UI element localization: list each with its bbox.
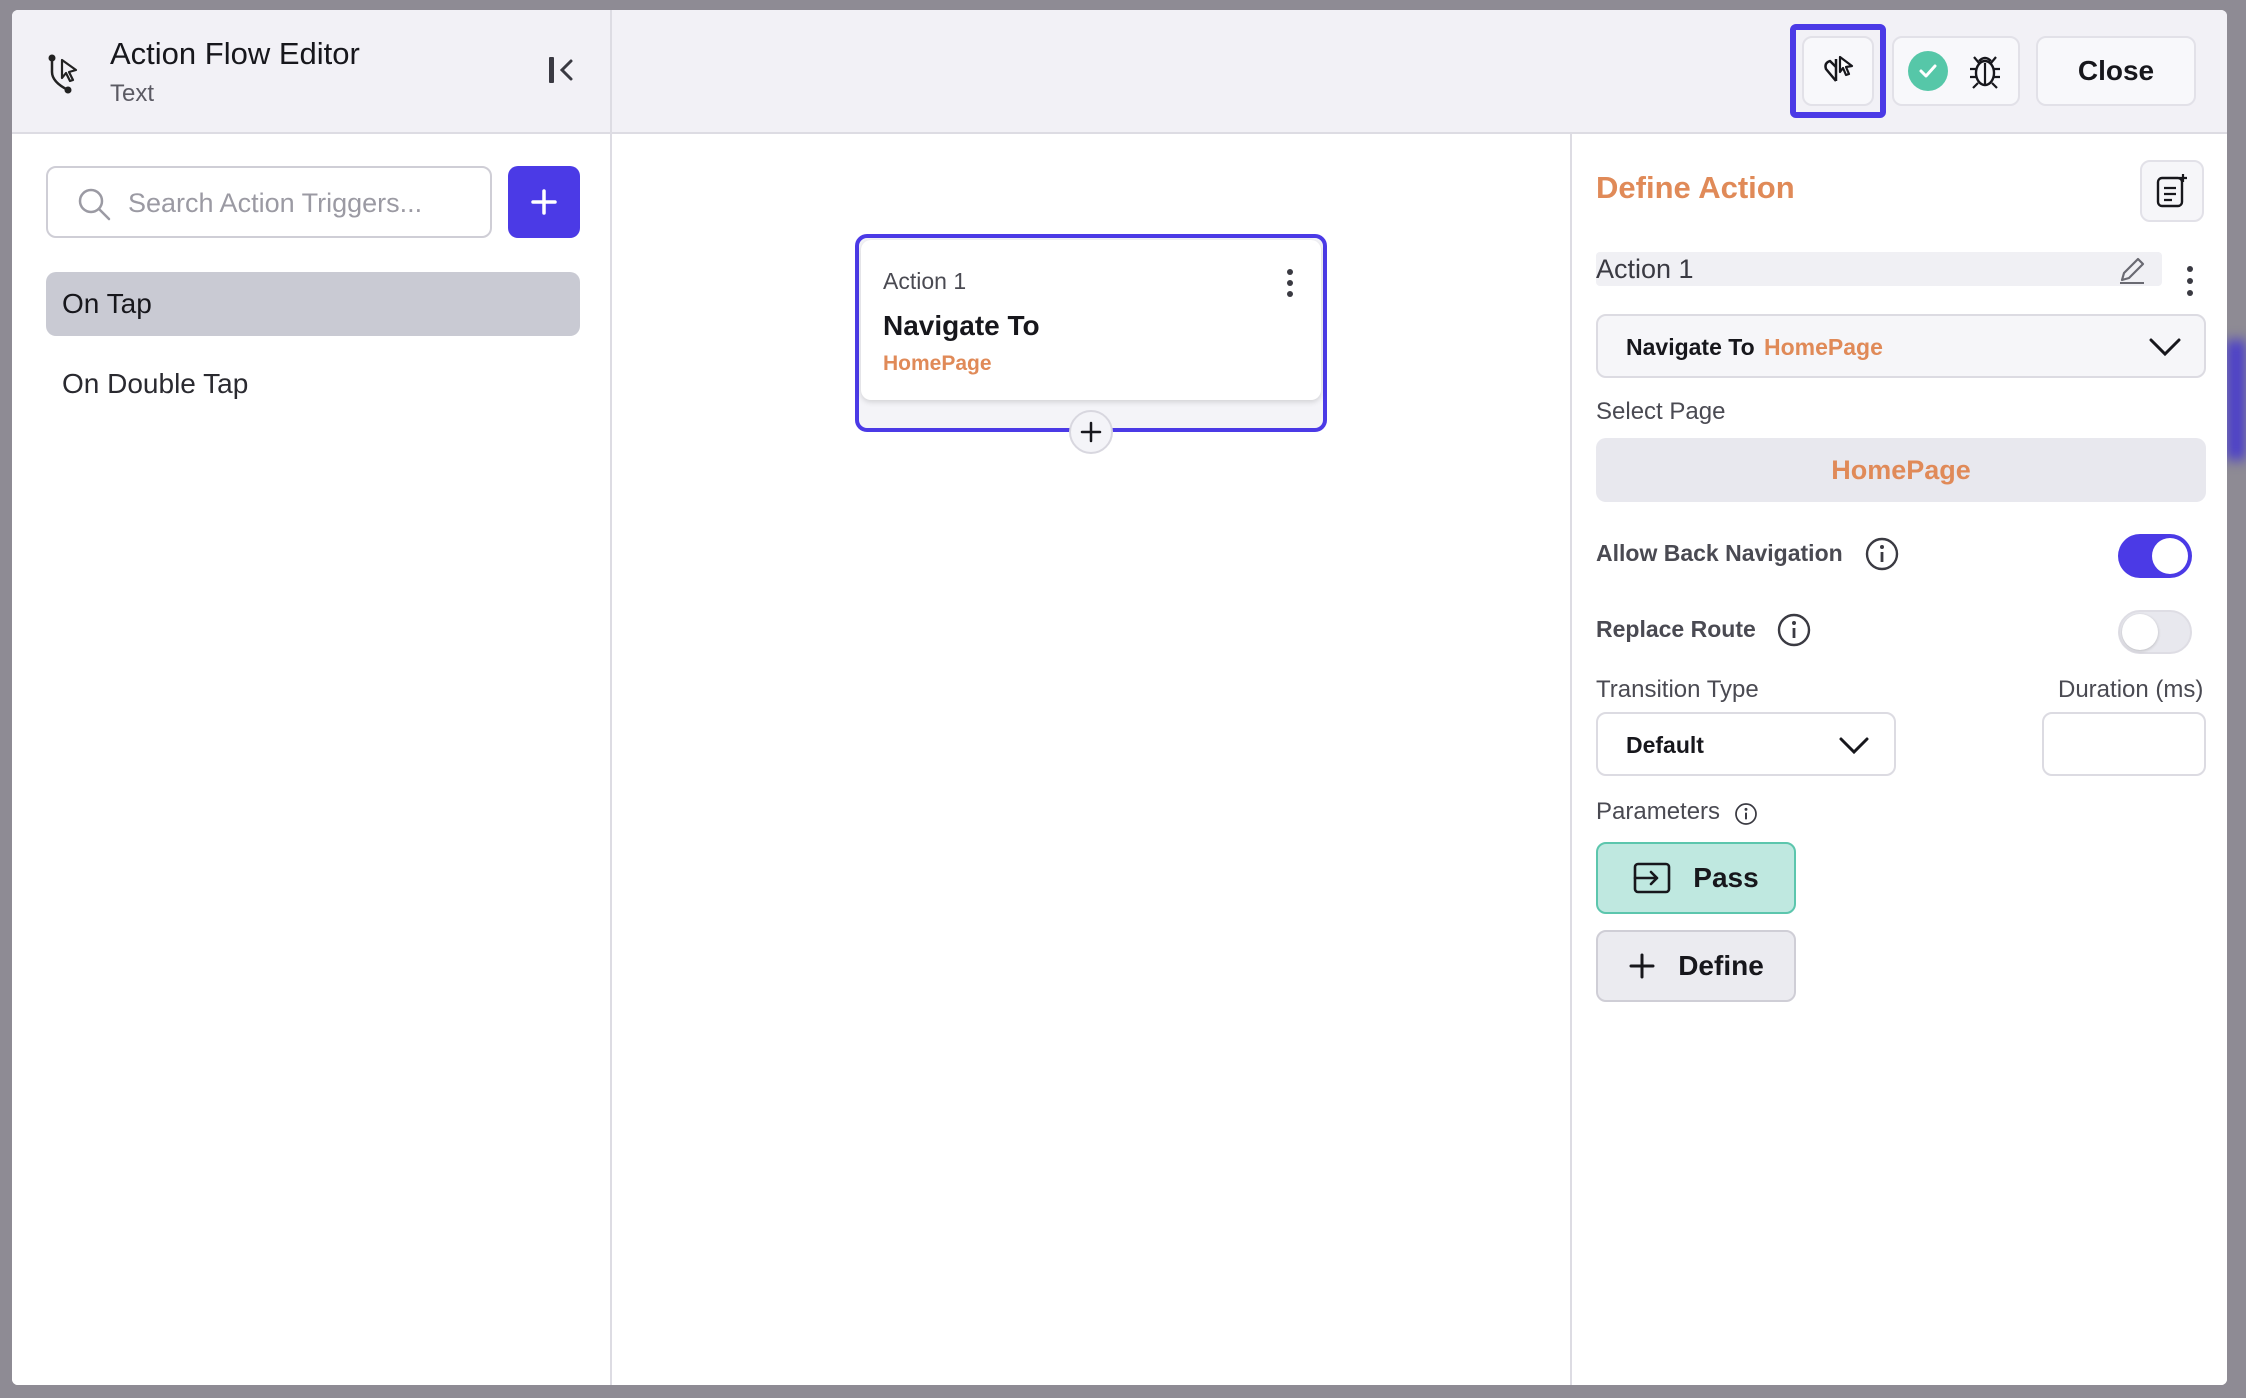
- document-add-icon: [2156, 174, 2187, 208]
- page-title: Action Flow Editor: [110, 36, 360, 71]
- action-card-target: HomePage: [883, 352, 992, 375]
- validation-debug-group[interactable]: [1892, 36, 2020, 106]
- input-arrow-icon: [1633, 862, 1671, 894]
- duration-input[interactable]: [2042, 712, 2206, 776]
- action-flow-icon: [48, 54, 78, 94]
- action-name[interactable]: Action 1: [1596, 254, 1694, 285]
- allow-back-navigation-label: Allow Back Navigation: [1596, 540, 1843, 566]
- define-label: Define: [1678, 950, 1764, 981]
- plus-icon: [1080, 421, 1102, 443]
- transition-type-value: Default: [1626, 732, 1704, 758]
- replace-route-label: Replace Route: [1596, 616, 1756, 642]
- action-card-label: Action 1: [883, 268, 967, 294]
- action-type-dropdown[interactable]: Navigate To HomePage: [1596, 314, 2206, 378]
- info-icon[interactable]: [1864, 536, 1900, 572]
- trigger-item-on-tap[interactable]: On Tap: [46, 272, 580, 336]
- close-button[interactable]: Close: [2036, 36, 2196, 106]
- bug-icon[interactable]: [1966, 51, 2004, 91]
- more-vertical-icon[interactable]: [1275, 266, 1305, 300]
- select-widget-icon: [1824, 55, 1854, 82]
- collapse-panel-button[interactable]: [542, 50, 582, 90]
- backdrop-accent: [2226, 340, 2246, 460]
- action-flow-editor-dialog: Action Flow Editor Text Close Search Act…: [12, 10, 2227, 1385]
- chevron-down-icon: [2149, 338, 2181, 357]
- page-subtitle: Text: [110, 80, 155, 107]
- define-parameters-button[interactable]: Define: [1596, 930, 1796, 1002]
- define-action-panel: Define Action Action 1 Navigate To HomeP…: [1570, 134, 2227, 1385]
- action-type-label: Navigate To: [1626, 334, 1755, 360]
- action-name-row[interactable]: Action 1: [1596, 252, 2162, 286]
- select-widget-button[interactable]: [1802, 36, 1874, 106]
- trigger-item-on-double-tap[interactable]: On Double Tap: [46, 352, 580, 416]
- select-page-label: Select Page: [1596, 398, 1726, 425]
- parameters-label: Parameters: [1596, 798, 1721, 825]
- collapse-panel-icon: [549, 57, 573, 83]
- info-icon[interactable]: [1776, 612, 1812, 648]
- page-selector[interactable]: HomePage: [1596, 438, 2206, 502]
- search-box[interactable]: [46, 166, 492, 238]
- plus-icon: [531, 189, 557, 215]
- pass-label: Pass: [1693, 862, 1759, 893]
- flow-canvas[interactable]: Action 1 Navigate To HomePage: [612, 134, 1570, 1385]
- triggers-panel: On Tap On Double Tap: [12, 134, 612, 1385]
- header: Action Flow Editor Text Close: [12, 10, 2227, 134]
- pass-parameters-button[interactable]: Pass: [1596, 842, 1796, 914]
- action-type-value: HomePage: [1764, 334, 1883, 360]
- more-vertical-icon[interactable]: [2184, 266, 2196, 296]
- action-card-title: Navigate To: [883, 310, 1040, 341]
- chevron-down-icon: [1839, 737, 1869, 755]
- add-note-button[interactable]: [2140, 160, 2204, 222]
- add-trigger-button[interactable]: [508, 166, 580, 238]
- info-icon[interactable]: [1734, 802, 1758, 826]
- action-node-selected[interactable]: Action 1 Navigate To HomePage: [855, 234, 1327, 454]
- duration-label: Duration (ms): [2058, 676, 2204, 703]
- plus-icon: [1629, 953, 1655, 979]
- check-icon[interactable]: [1908, 51, 1948, 91]
- edit-icon[interactable]: [2116, 254, 2148, 286]
- search-input[interactable]: [128, 182, 478, 224]
- allow-back-navigation-toggle[interactable]: [2118, 534, 2192, 578]
- replace-route-toggle[interactable]: [2118, 610, 2192, 654]
- action-card[interactable]: Action 1 Navigate To HomePage: [861, 240, 1321, 400]
- transition-type-dropdown[interactable]: Default: [1596, 712, 1896, 776]
- add-action-button[interactable]: [1069, 410, 1113, 454]
- transition-type-label: Transition Type: [1596, 676, 1759, 703]
- header-left: Action Flow Editor Text: [12, 10, 612, 134]
- define-action-title: Define Action: [1596, 170, 1795, 205]
- search-icon: [78, 188, 111, 221]
